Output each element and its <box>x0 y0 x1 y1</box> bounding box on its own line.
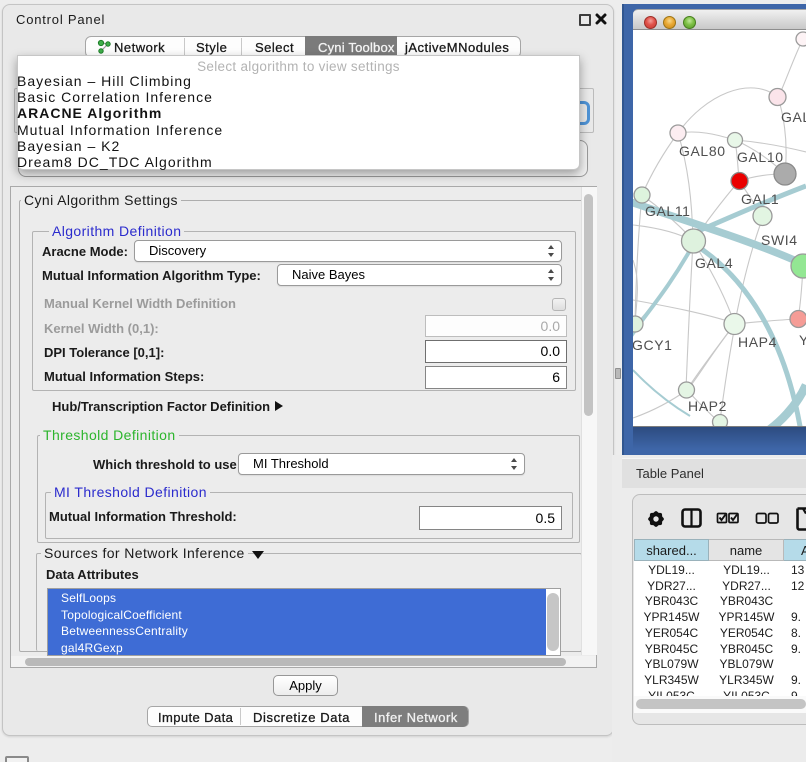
svg-text:GAL11: GAL11 <box>645 203 691 219</box>
svg-text:GAL80: GAL80 <box>679 143 726 159</box>
svg-text:SWI4: SWI4 <box>761 232 798 248</box>
svg-text:GAL4: GAL4 <box>695 255 733 271</box>
svg-text:GAL10: GAL10 <box>737 149 784 165</box>
svg-text:HAP2: HAP2 <box>688 398 727 414</box>
svg-text:GAL7: GAL7 <box>781 109 806 125</box>
svg-text:GCY1: GCY1 <box>633 337 673 353</box>
svg-text:HAP4: HAP4 <box>738 334 777 350</box>
svg-text:Y: Y <box>799 332 806 348</box>
svg-text:GAL1: GAL1 <box>741 191 779 207</box>
